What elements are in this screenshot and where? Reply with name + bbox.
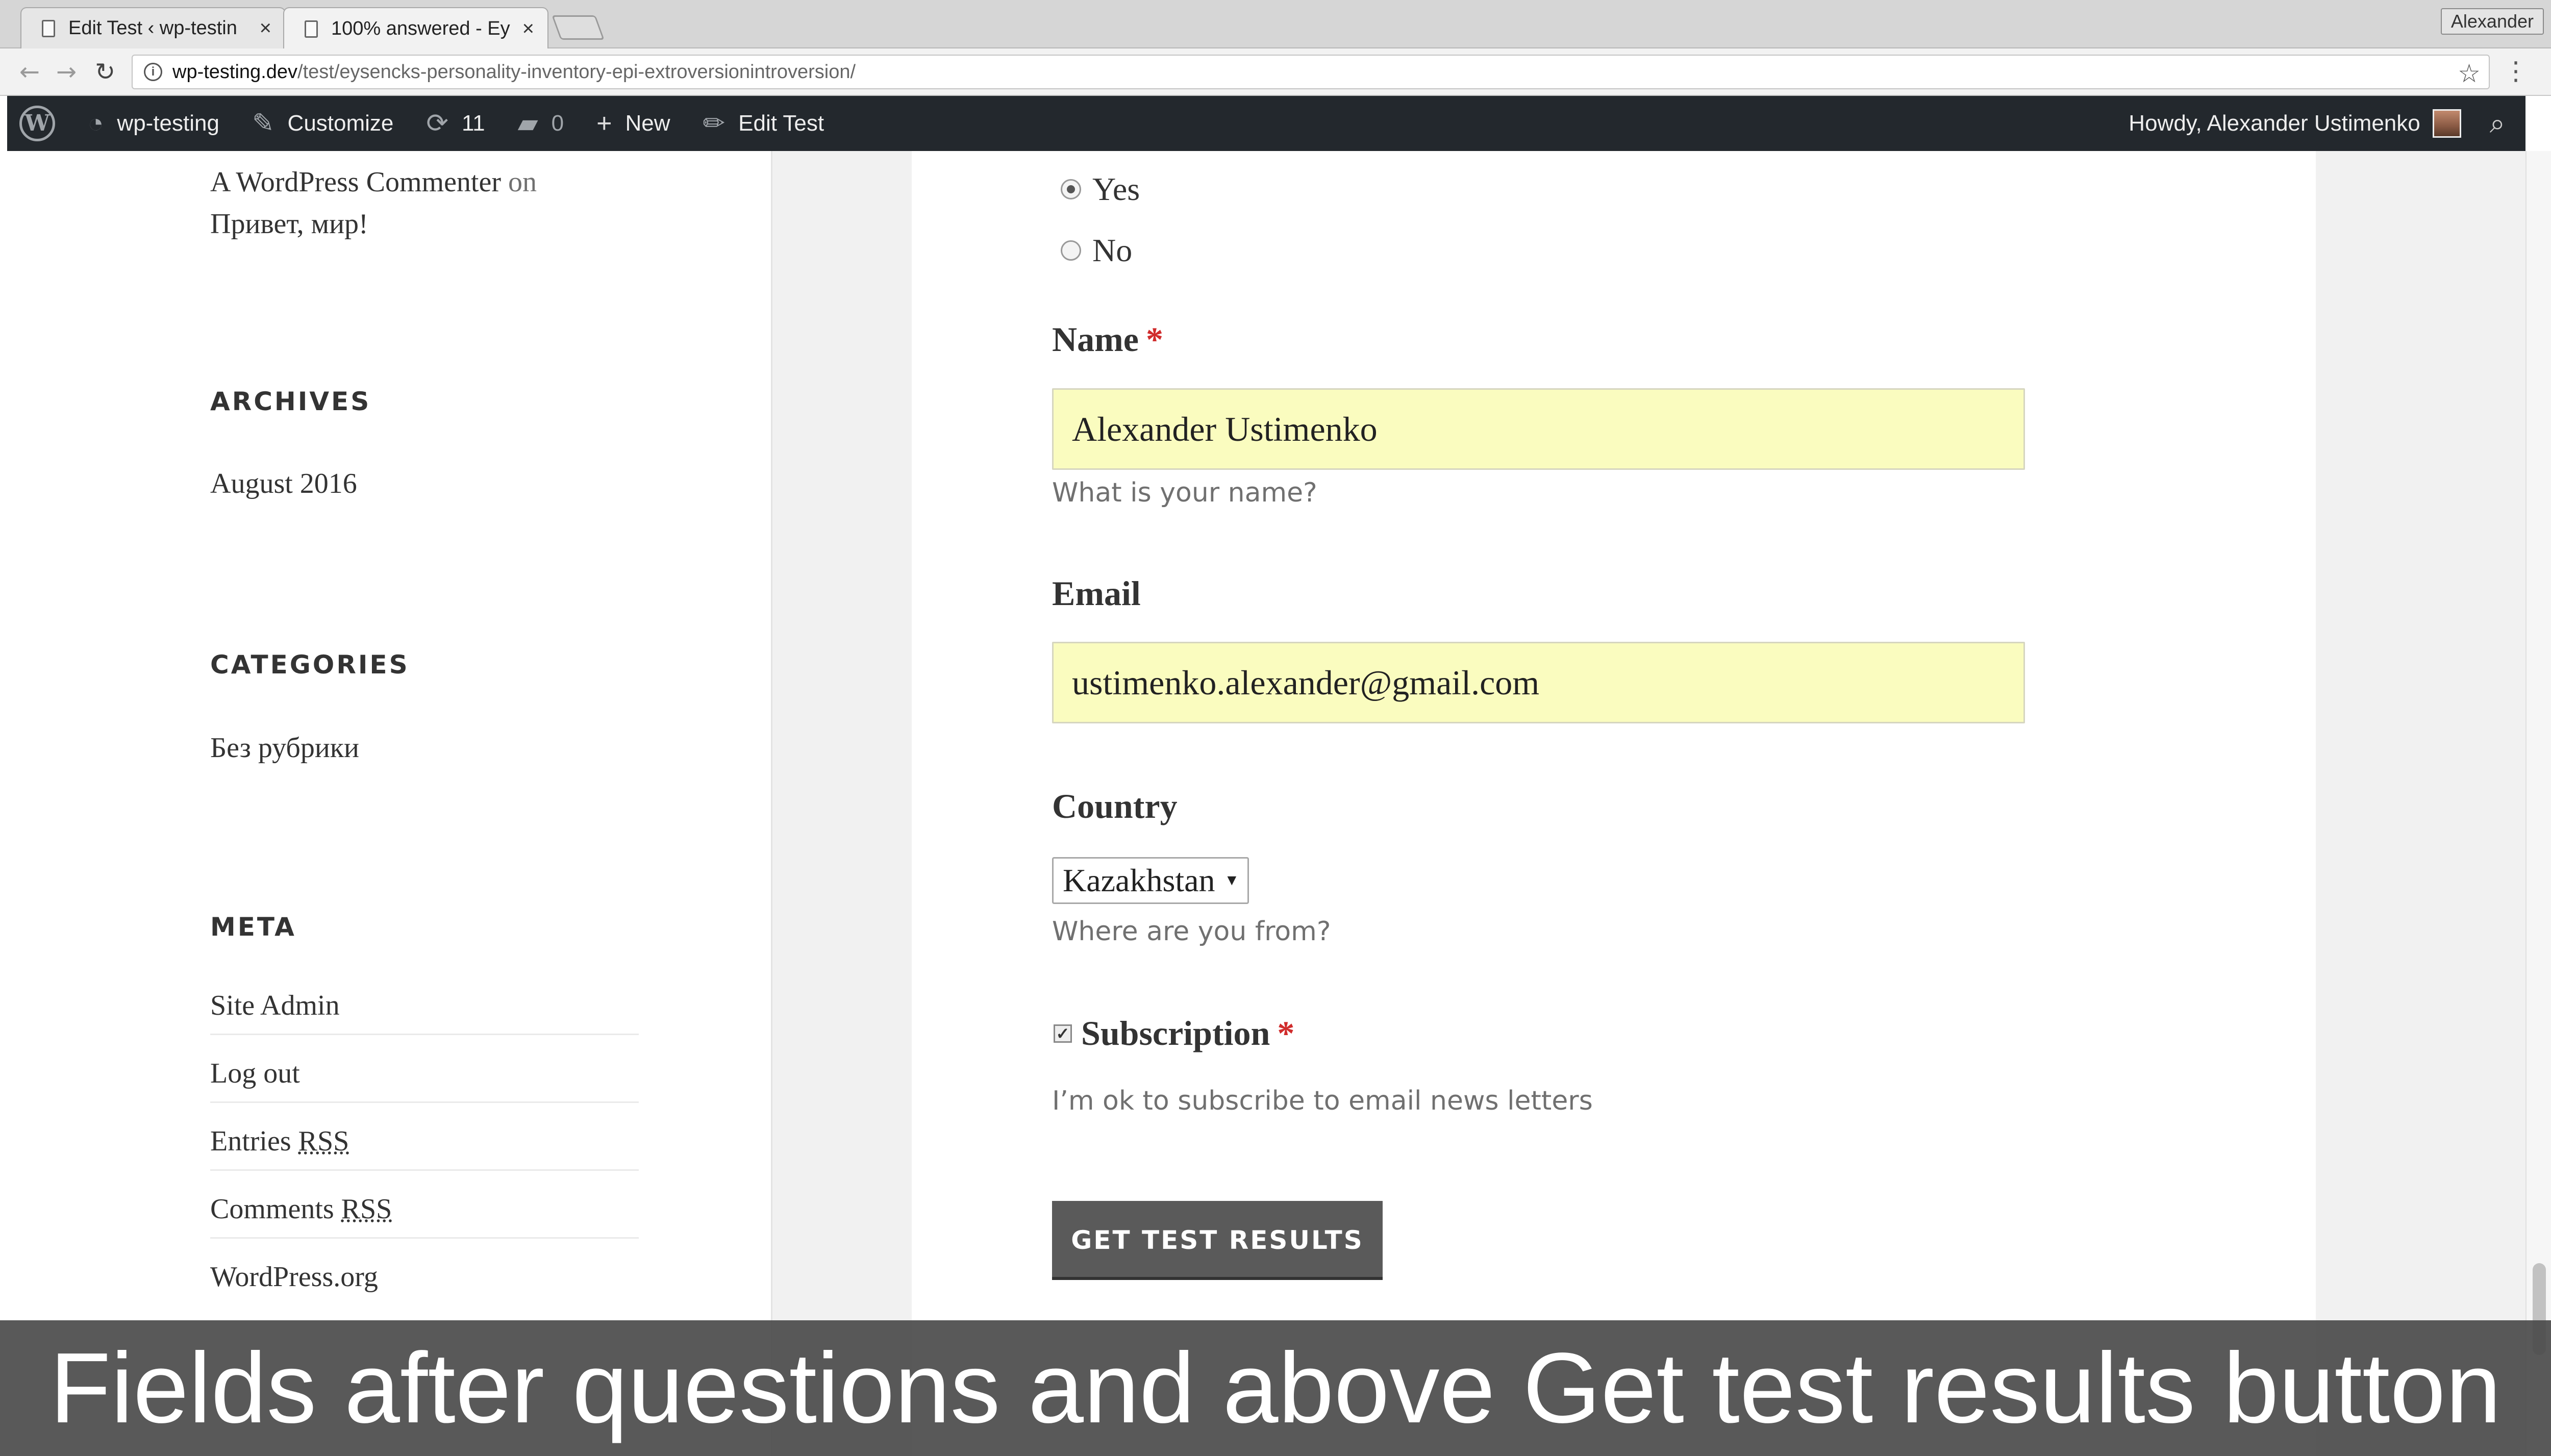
comments-menu[interactable]: ▰ 0 xyxy=(502,96,580,151)
radio-button[interactable] xyxy=(1061,240,1081,261)
meta-list: Site Admin Log out Entries RSS Comments … xyxy=(210,967,639,1307)
page-icon xyxy=(305,20,318,38)
howdy-text: Howdy, Alexander Ustimenko xyxy=(2129,111,2420,136)
wp-admin-bar: W ◔ wp-testing ✎ Customize ⟳ 11 ▰ 0 + Ne… xyxy=(7,96,2525,151)
email-field[interactable]: ustimenko.alexander@gmail.com xyxy=(1052,642,2025,723)
tab-answered[interactable]: 100% answered - Ey × xyxy=(283,7,548,49)
customize-menu[interactable]: ✎ Customize xyxy=(236,96,410,151)
answer-option-yes[interactable]: Yes xyxy=(1061,170,1140,208)
archives-title: ARCHIVES xyxy=(210,387,371,416)
archive-link[interactable]: August 2016 xyxy=(210,467,357,500)
updates-count: 11 xyxy=(461,111,485,136)
caption-overlay: Fields after questions and above Get tes… xyxy=(0,1320,2551,1456)
sidebar: A WordPress Commenter on Привет, мир! AR… xyxy=(7,151,772,1456)
tab-title: 100% answered - Ey xyxy=(331,18,510,39)
edit-test-menu[interactable]: ✏ Edit Test xyxy=(687,96,841,151)
name-label: Name * xyxy=(1052,319,1163,360)
brush-icon: ✎ xyxy=(252,109,274,138)
bookmark-star-icon[interactable]: ☆ xyxy=(2458,59,2481,88)
answer-label: No xyxy=(1092,232,1133,268)
close-tab-icon[interactable]: × xyxy=(522,17,534,40)
address-bar[interactable]: i wp-testing.dev/test/eysencks-personali… xyxy=(132,55,2490,89)
required-asterisk: * xyxy=(1145,320,1163,359)
email-label: Email xyxy=(1052,574,1141,613)
comment-post-link[interactable]: Привет, мир! xyxy=(210,208,368,240)
new-content-menu[interactable]: + New xyxy=(580,96,686,151)
avatar xyxy=(2432,109,2461,138)
comment-author-link[interactable]: A WordPress Commenter xyxy=(210,166,501,198)
rss-abbr: RSS xyxy=(341,1193,392,1225)
site-name: wp-testing xyxy=(117,111,219,136)
name-label-text: Name xyxy=(1052,320,1139,359)
link-text: Comments xyxy=(210,1193,341,1225)
comment-on-text: on xyxy=(508,166,537,198)
country-description: Where are you from? xyxy=(1052,916,1331,947)
subscription-checkbox-row[interactable]: ✓ Subscription * xyxy=(1054,1013,1294,1053)
test-form: Yes No Name * Alexander Ustimenko What is… xyxy=(912,151,2316,1456)
country-value: Kazakhstan xyxy=(1063,862,1215,898)
answer-option-no[interactable]: No xyxy=(1061,232,1132,269)
answer-label: Yes xyxy=(1092,171,1140,207)
subscription-label: Subscription xyxy=(1081,1014,1270,1052)
get-test-results-button[interactable]: GET TEST RESULTS xyxy=(1052,1201,1383,1280)
radio-button[interactable] xyxy=(1061,179,1081,199)
comment-bubble-icon: ▰ xyxy=(517,109,538,138)
subscription-description: I’m ok to subscribe to email news letter… xyxy=(1052,1086,1593,1116)
meta-logout-link[interactable]: Log out xyxy=(210,1035,639,1103)
page-body: A WordPress Commenter on Привет, мир! AR… xyxy=(7,151,2525,1456)
profile-button[interactable]: Alexander xyxy=(2440,8,2544,35)
page-scrollbar[interactable] xyxy=(2525,151,2551,1456)
tab-title: Edit Test ‹ wp-testin xyxy=(68,17,237,39)
categories-title: CATEGORIES xyxy=(210,650,410,680)
url-path: /test/eysencks-personality-inventory-epi… xyxy=(297,61,856,83)
updates-menu[interactable]: ⟳ 11 xyxy=(410,96,501,151)
link-text: Entries xyxy=(210,1125,298,1157)
wp-logo-menu[interactable]: W xyxy=(7,96,71,151)
dashboard-icon: ◔ xyxy=(88,109,104,138)
country-select[interactable]: Kazakhstan ▼ xyxy=(1052,857,1249,904)
subscription-checkbox[interactable]: ✓ xyxy=(1054,1024,1072,1043)
reload-icon[interactable]: ↻ xyxy=(91,58,119,86)
browser-tab-strip: Edit Test ‹ wp-testin × 100% answered - … xyxy=(0,0,2551,49)
url-host: wp-testing.dev xyxy=(172,61,298,83)
updates-icon: ⟳ xyxy=(426,109,448,138)
meta-wordpress-org-link[interactable]: WordPress.org xyxy=(210,1239,639,1307)
recent-comment: A WordPress Commenter on Привет, мир! xyxy=(210,161,669,245)
category-link[interactable]: Без рубрики xyxy=(210,732,359,764)
new-label: New xyxy=(625,111,670,136)
meta-site-admin-link[interactable]: Site Admin xyxy=(210,967,639,1035)
pencil-icon: ✏ xyxy=(703,109,726,138)
tab-edit-test[interactable]: Edit Test ‹ wp-testin × xyxy=(20,7,286,48)
browser-toolbar: ← → ↻ i wp-testing.dev/test/eysencks-per… xyxy=(0,48,2551,96)
country-label: Country xyxy=(1052,787,1178,825)
plus-icon: + xyxy=(596,109,612,138)
name-description: What is your name? xyxy=(1052,478,1317,508)
search-icon[interactable]: ⌕ xyxy=(2461,108,2525,140)
meta-entries-rss-link[interactable]: Entries RSS xyxy=(210,1103,639,1171)
screen: Edit Test ‹ wp-testin × 100% answered - … xyxy=(0,0,2551,1456)
browser-menu-icon[interactable]: ⋮ xyxy=(2503,56,2529,86)
page-icon xyxy=(42,19,55,37)
meta-comments-rss-link[interactable]: Comments RSS xyxy=(210,1171,639,1239)
site-name-menu[interactable]: ◔ wp-testing xyxy=(71,96,236,151)
close-tab-icon[interactable]: × xyxy=(260,17,271,40)
wordpress-logo-icon: W xyxy=(19,106,55,141)
forward-icon[interactable]: → xyxy=(52,58,81,86)
required-asterisk: * xyxy=(1277,1014,1295,1052)
account-menu[interactable]: Howdy, Alexander Ustimenko xyxy=(2112,96,2461,151)
customize-label: Customize xyxy=(287,111,394,136)
new-tab-button[interactable] xyxy=(552,15,605,40)
name-field[interactable]: Alexander Ustimenko xyxy=(1052,388,2025,470)
back-icon[interactable]: ← xyxy=(15,58,44,86)
edit-label: Edit Test xyxy=(738,111,824,136)
info-icon[interactable]: i xyxy=(144,63,162,81)
dropdown-arrow-icon: ▼ xyxy=(1224,872,1240,889)
rss-abbr: RSS xyxy=(298,1125,349,1157)
comments-count: 0 xyxy=(551,111,564,136)
meta-title: META xyxy=(210,912,296,942)
